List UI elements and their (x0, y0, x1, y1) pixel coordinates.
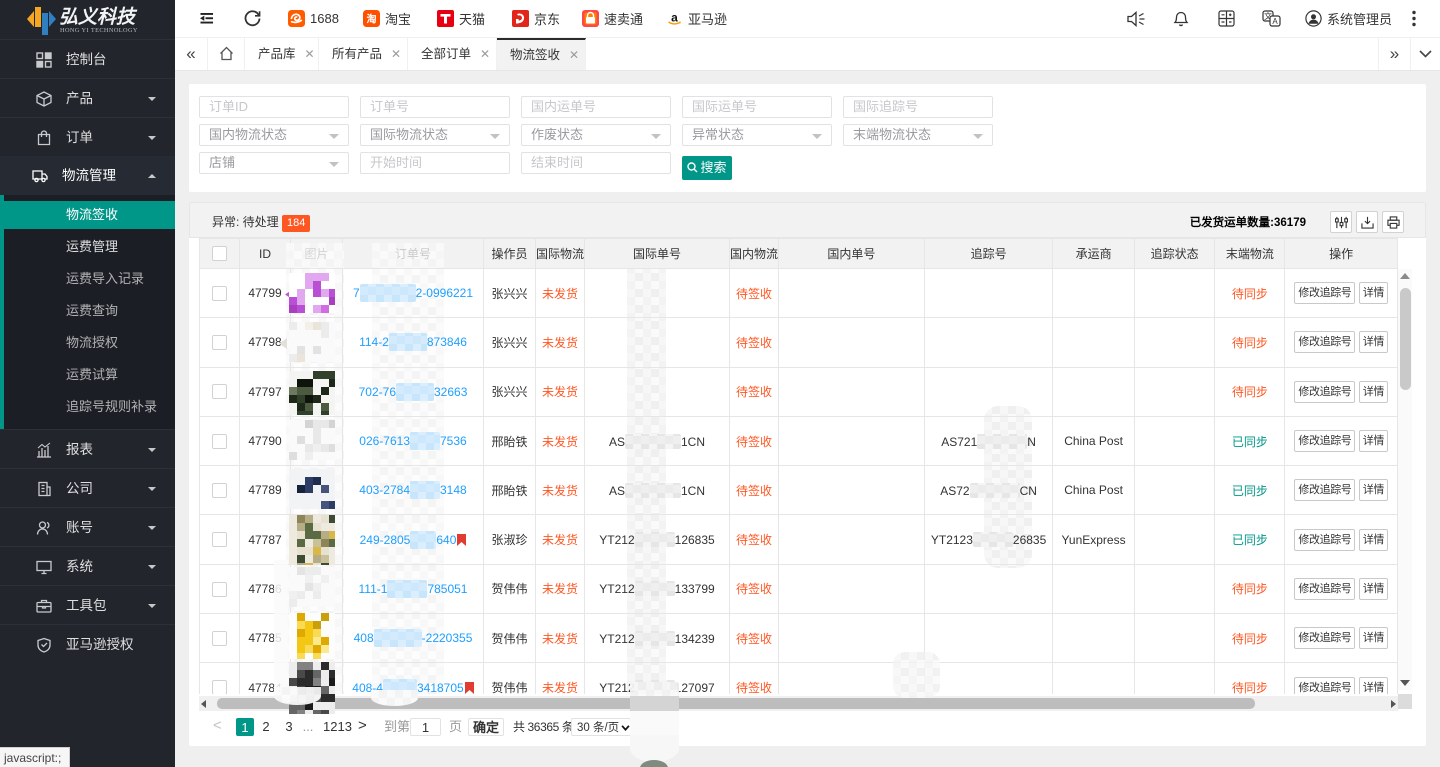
svg-text:a: a (671, 11, 678, 25)
svg-text:HONG YI TECHNOLOGY: HONG YI TECHNOLOGY (60, 27, 138, 34)
svg-text:A: A (1272, 17, 1278, 26)
svg-text:弘义科技: 弘义科技 (59, 6, 138, 28)
svg-text:淘: 淘 (367, 13, 377, 26)
